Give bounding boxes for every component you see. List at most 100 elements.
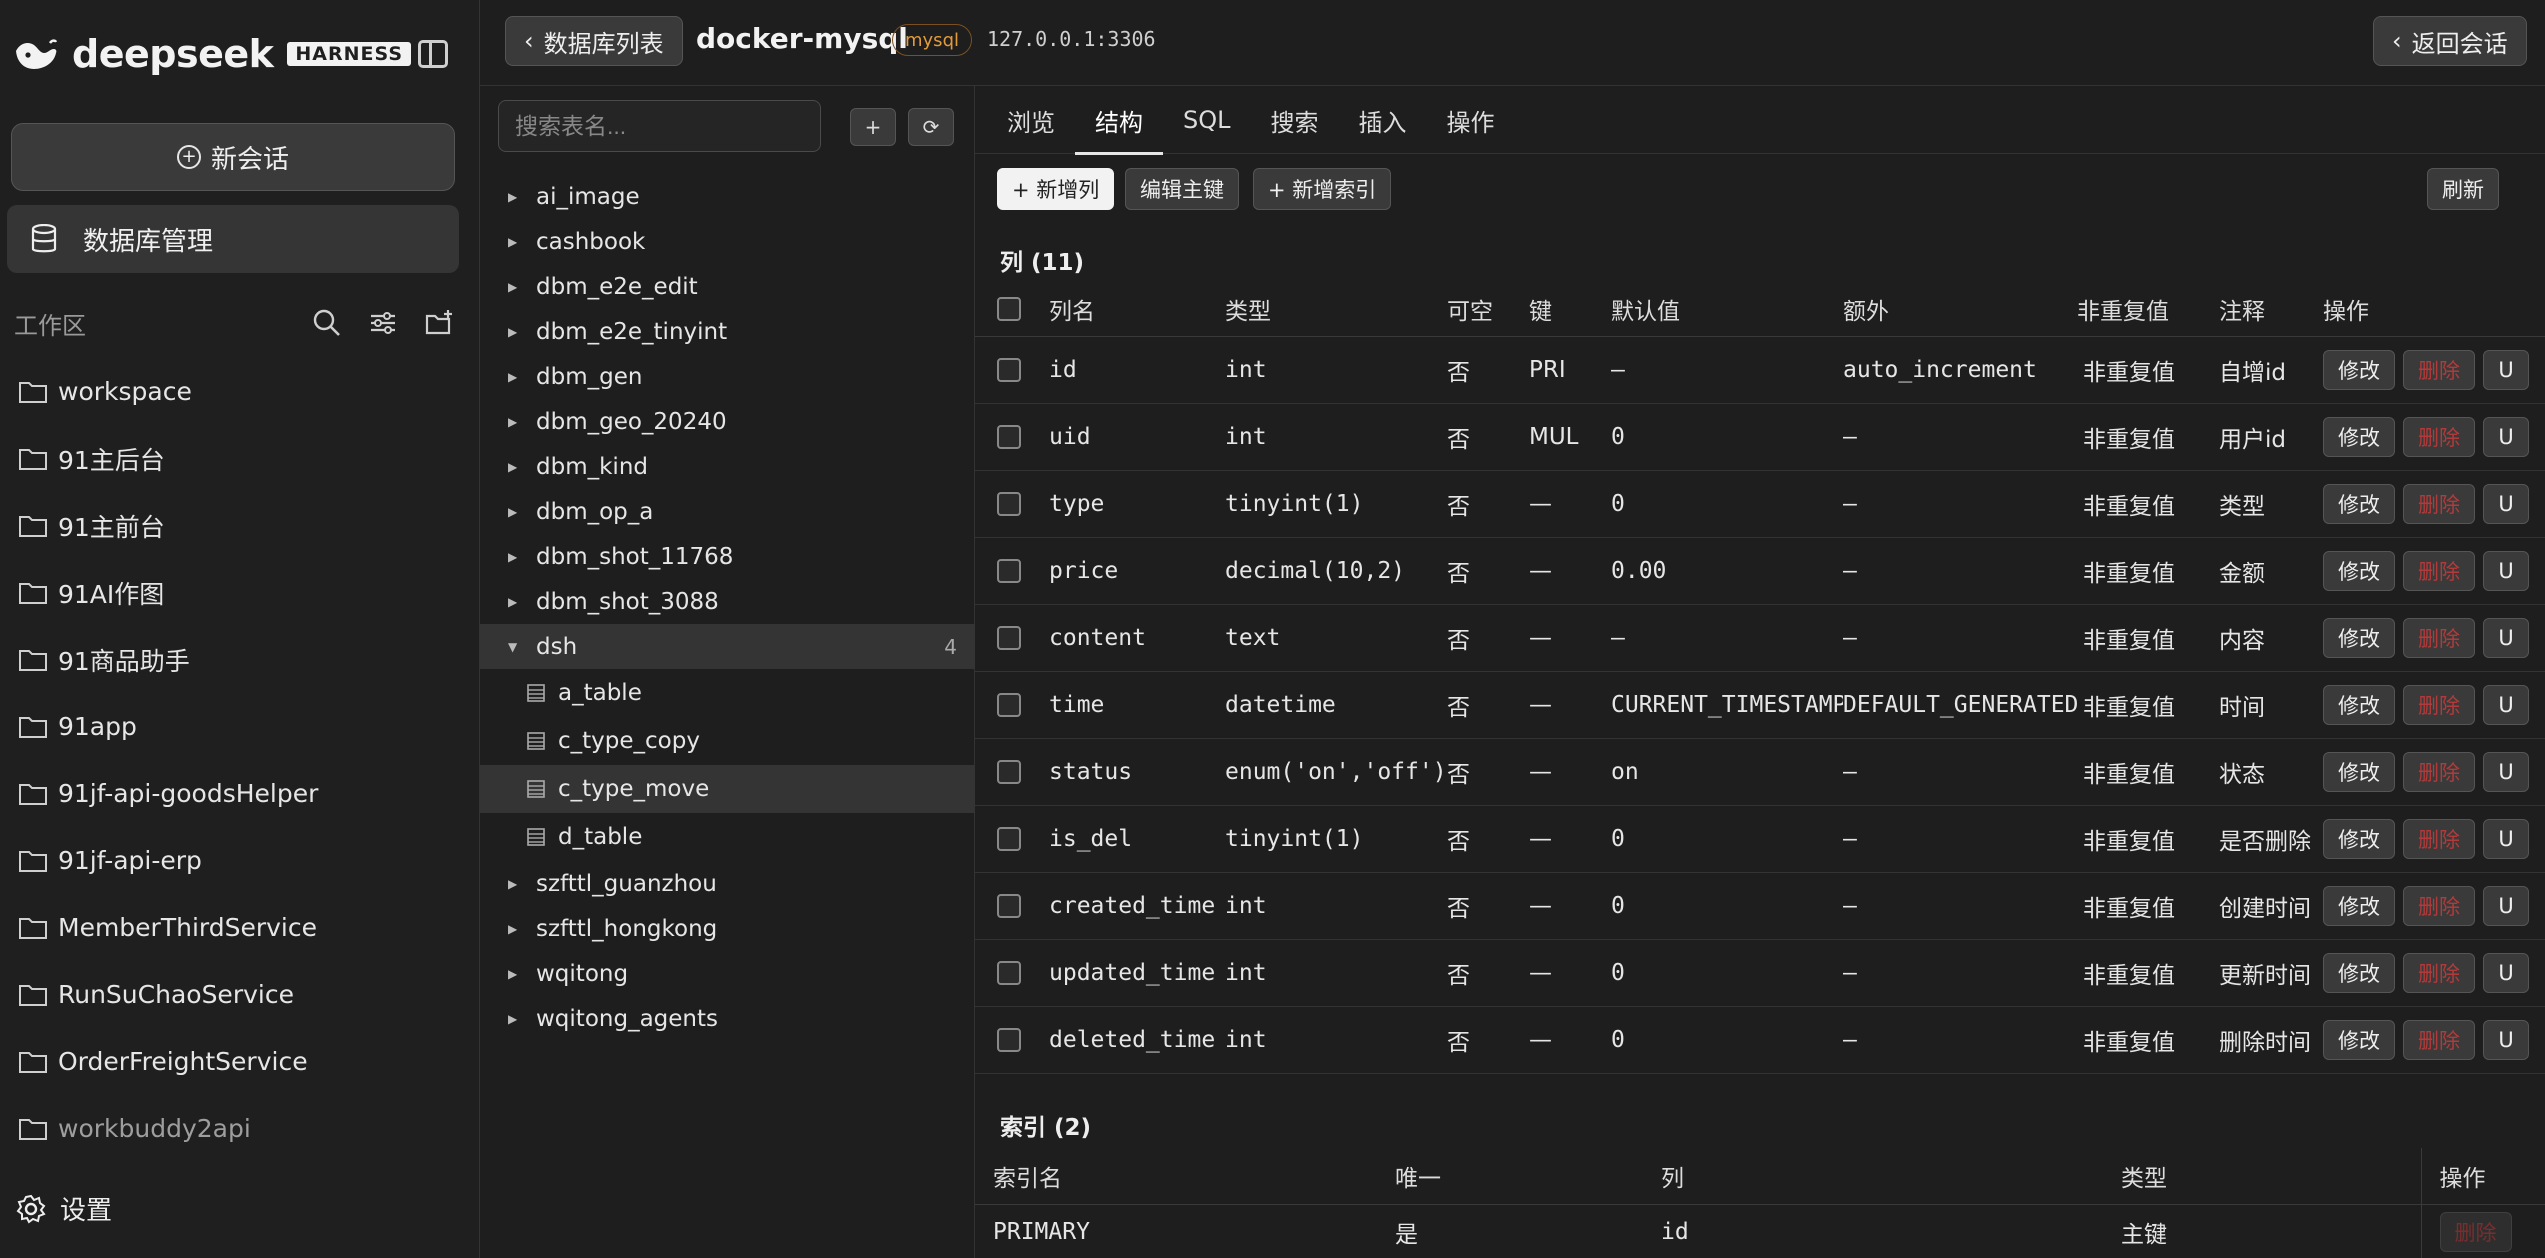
edit-column-button[interactable]: 修改: [2323, 483, 2395, 524]
delete-column-button[interactable]: 删除: [2403, 751, 2475, 792]
tree-database-item[interactable]: ▶ dbm_shot_11768: [480, 534, 975, 579]
delete-column-button[interactable]: 删除: [2403, 483, 2475, 524]
unique-column-button[interactable]: U: [2483, 885, 2529, 926]
tree-database-item[interactable]: ▶ dbm_e2e_tinyint: [480, 309, 975, 354]
delete-column-button[interactable]: 删除: [2403, 550, 2475, 591]
edit-primary-key-button[interactable]: 编辑主键: [1125, 168, 1239, 210]
row-checkbox[interactable]: [997, 827, 1021, 851]
tree-table-item[interactable]: c_type_copy: [480, 717, 975, 765]
add-column-button[interactable]: + 新增列: [997, 168, 1115, 210]
tree-database-item[interactable]: ▶ dbm_shot_3088: [480, 579, 975, 624]
database-list-button[interactable]: ‹ 数据库列表: [505, 16, 683, 66]
tab-item[interactable]: 搜索: [1251, 86, 1339, 154]
unique-column-button[interactable]: U: [2483, 818, 2529, 859]
tree-database-item[interactable]: ▶ szfttl_guanzhou: [480, 861, 975, 906]
tab-item[interactable]: 插入: [1339, 86, 1427, 154]
select-all-checkbox[interactable]: [997, 297, 1021, 322]
add-index-button[interactable]: + 新增索引: [1253, 168, 1392, 210]
tab-item[interactable]: 结构: [1075, 86, 1163, 155]
unique-column-button[interactable]: U: [2483, 617, 2529, 658]
workspace-item[interactable]: 91app: [18, 693, 458, 760]
tree-database-item[interactable]: ▶ dbm_gen: [480, 354, 975, 399]
unique-column-button[interactable]: U: [2483, 1019, 2529, 1060]
row-checkbox[interactable]: [997, 961, 1021, 985]
tree-database-item[interactable]: ▶ cashbook: [480, 219, 975, 264]
edit-column-button[interactable]: 修改: [2323, 617, 2395, 658]
new-folder-icon[interactable]: [424, 308, 454, 338]
row-checkbox[interactable]: [997, 894, 1021, 918]
delete-column-button[interactable]: 删除: [2403, 349, 2475, 390]
workspace-item[interactable]: workbuddy2api: [18, 1095, 458, 1162]
unique-column-button[interactable]: U: [2483, 550, 2529, 591]
search-icon[interactable]: [312, 308, 342, 338]
tree-database-item[interactable]: ▶ dbm_geo_20240: [480, 399, 975, 444]
tree-table-item[interactable]: c_type_move: [480, 765, 975, 813]
edit-column-button[interactable]: 修改: [2323, 818, 2395, 859]
unique-column-button[interactable]: U: [2483, 751, 2529, 792]
unique-column-button[interactable]: U: [2483, 416, 2529, 457]
workspace-item[interactable]: workspace: [18, 358, 458, 425]
delete-column-button[interactable]: 删除: [2403, 617, 2475, 658]
tree-database-item[interactable]: ▶ dbm_kind: [480, 444, 975, 489]
unique-column-button[interactable]: U: [2483, 952, 2529, 993]
tree-database-item[interactable]: ▶ ai_image: [480, 174, 975, 219]
row-checkbox[interactable]: [997, 425, 1021, 449]
row-checkbox[interactable]: [997, 760, 1021, 784]
workspace-item[interactable]: 91主后台: [18, 425, 458, 492]
row-checkbox[interactable]: [997, 1028, 1021, 1052]
edit-column-button[interactable]: 修改: [2323, 952, 2395, 993]
delete-column-button[interactable]: 删除: [2403, 818, 2475, 859]
sidebar-toggle-icon[interactable]: [418, 40, 448, 68]
unique-column-button[interactable]: U: [2483, 483, 2529, 524]
row-checkbox[interactable]: [997, 559, 1021, 583]
logo[interactable]: deepseek HARNESS: [14, 32, 412, 76]
workspace-item[interactable]: 91jf-api-goodsHelper: [18, 760, 458, 827]
tree-database-item[interactable]: ▼ dsh 4: [480, 624, 975, 669]
edit-column-button[interactable]: 修改: [2323, 684, 2395, 725]
tree-database-item[interactable]: ▶ dbm_op_a: [480, 489, 975, 534]
add-table-button[interactable]: +: [850, 108, 896, 146]
edit-column-button[interactable]: 修改: [2323, 1019, 2395, 1060]
edit-column-button[interactable]: 修改: [2323, 349, 2395, 390]
tree-database-item[interactable]: ▶ dbm_e2e_edit: [480, 264, 975, 309]
delete-column-button[interactable]: 删除: [2403, 952, 2475, 993]
delete-column-button[interactable]: 删除: [2403, 684, 2475, 725]
tree-table-item[interactable]: d_table: [480, 813, 975, 861]
tree-database-item[interactable]: ▶ wqitong_agents: [480, 996, 975, 1041]
workspace-item[interactable]: 91主前台: [18, 492, 458, 559]
unique-column-button[interactable]: U: [2483, 349, 2529, 390]
edit-column-button[interactable]: 修改: [2323, 751, 2395, 792]
workspace-item[interactable]: 91jf-api-erp: [18, 827, 458, 894]
delete-index-button[interactable]: 删除: [2439, 1212, 2512, 1253]
tree-database-item[interactable]: ▶ wqitong: [480, 951, 975, 996]
refresh-tree-button[interactable]: ⟳: [908, 108, 954, 146]
delete-column-button[interactable]: 删除: [2403, 1019, 2475, 1060]
row-checkbox[interactable]: [997, 358, 1021, 382]
workspace-item[interactable]: RunSuChaoService: [18, 961, 458, 1028]
new-chat-button[interactable]: + 新会话: [11, 123, 455, 191]
tree-database-item[interactable]: ▶ szfttl_hongkong: [480, 906, 975, 951]
settings-button[interactable]: 设置: [16, 1190, 112, 1227]
workspace-item[interactable]: MemberThirdService: [18, 894, 458, 961]
edit-column-button[interactable]: 修改: [2323, 885, 2395, 926]
workspace-item[interactable]: 91商品助手: [18, 626, 458, 693]
delete-column-button[interactable]: 删除: [2403, 885, 2475, 926]
tab-item[interactable]: 操作: [1427, 86, 1515, 154]
row-checkbox[interactable]: [997, 693, 1021, 717]
workspace-item[interactable]: 91AI作图: [18, 559, 458, 626]
filter-sliders-icon[interactable]: [368, 308, 398, 338]
tab-item[interactable]: 浏览: [987, 86, 1075, 154]
edit-column-button[interactable]: 修改: [2323, 550, 2395, 591]
table-search-input[interactable]: [498, 100, 821, 152]
row-checkbox[interactable]: [997, 492, 1021, 516]
delete-column-button[interactable]: 删除: [2403, 416, 2475, 457]
refresh-button[interactable]: 刷新: [2427, 168, 2499, 210]
sidebar-item-database-management[interactable]: 数据库管理: [7, 205, 459, 273]
edit-column-button[interactable]: 修改: [2323, 416, 2395, 457]
tree-table-item[interactable]: a_table: [480, 669, 975, 717]
return-to-chat-button[interactable]: ‹ 返回会话: [2373, 16, 2527, 66]
unique-column-button[interactable]: U: [2483, 684, 2529, 725]
workspace-item[interactable]: OrderFreightService: [18, 1028, 458, 1095]
tab-item[interactable]: SQL: [1163, 86, 1251, 154]
row-checkbox[interactable]: [997, 626, 1021, 650]
